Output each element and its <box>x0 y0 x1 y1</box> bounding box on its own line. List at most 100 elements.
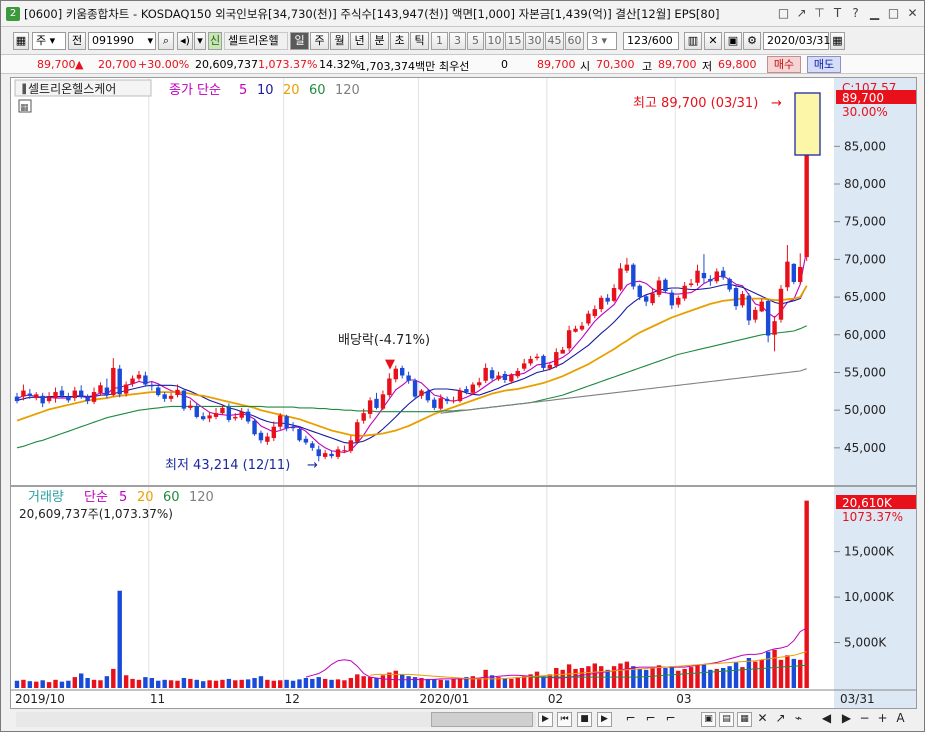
candle-body <box>21 390 26 397</box>
interval-button-10[interactable]: 10 <box>485 32 504 50</box>
period-button-second[interactable]: 초 <box>390 32 409 50</box>
interval-button-1[interactable]: 1 <box>431 32 448 50</box>
indicator-icon[interactable]: ✕ <box>704 32 722 50</box>
date-input[interactable]: 2020/03/31 <box>763 32 830 50</box>
crosshair-icon[interactable]: ✕ <box>755 712 770 727</box>
volume-bar <box>85 678 90 688</box>
chart-type-icon[interactable]: ▥ <box>684 32 702 50</box>
stock-code-input[interactable]: 091990 ▾ <box>88 32 156 50</box>
restore-tab-icon[interactable]: □ <box>776 6 791 21</box>
volume-bar <box>207 680 212 688</box>
period-button-day[interactable]: 일 <box>290 32 309 50</box>
search-icon[interactable]: ⌕ <box>158 32 174 50</box>
price-legend-ma60: 60 <box>309 83 326 98</box>
scrollbar-thumb[interactable] <box>431 712 533 727</box>
tile-view-icon[interactable]: ▣ <box>701 712 716 727</box>
volume-bar <box>156 680 161 688</box>
volume-bar <box>213 680 219 688</box>
save-icon[interactable]: ▣ <box>724 32 742 50</box>
scroll-right-icon[interactable]: ▶ <box>839 712 854 727</box>
volume-bar <box>400 674 405 688</box>
candle-body <box>175 389 180 396</box>
interval-button-30[interactable]: 30 <box>525 32 544 50</box>
grid-view-icon[interactable]: ▦ <box>737 712 752 727</box>
dropdown-arrow-icon[interactable]: ▾ <box>194 32 206 50</box>
interval-button-3[interactable]: 3 <box>449 32 466 50</box>
period-button-minute[interactable]: 분 <box>370 32 389 50</box>
speaker-icon[interactable]: ◂) <box>177 32 193 50</box>
popout-icon[interactable]: ↗ <box>794 6 809 21</box>
zoom-reset-icon[interactable]: ⌐ <box>663 712 678 727</box>
text-icon[interactable]: T <box>830 6 845 21</box>
interval-button-15[interactable]: 15 <box>505 32 524 50</box>
candle-body <box>98 385 103 393</box>
zoom-out-button[interactable]: − <box>857 712 872 727</box>
candle-body <box>233 416 238 419</box>
pin-icon[interactable]: ⊤ <box>812 6 827 21</box>
period-button-tick[interactable]: 틱 <box>410 32 429 50</box>
zoom-out-icon[interactable]: ⌐ <box>643 712 658 727</box>
volume-info: 20,609,737주(1,073.37%) <box>19 507 173 521</box>
chart-canvas[interactable]: 45,000 50,000 55,000 60,000 65,000 70,000 75,0… <box>11 78 916 708</box>
table-icon[interactable]: ▦ <box>13 32 29 50</box>
close-icon[interactable]: ✕ <box>905 6 920 21</box>
interval-button-45[interactable]: 45 <box>545 32 564 50</box>
scroll-right-button[interactable]: ▶ <box>538 712 553 727</box>
period-button-week[interactable]: 주 <box>310 32 329 50</box>
interval-button-5[interactable]: 5 <box>467 32 484 50</box>
best-price: 89,700 <box>537 58 576 71</box>
volume-bar <box>162 679 167 688</box>
date-axis-label: 02 <box>548 692 563 706</box>
scroll-left-icon[interactable]: ◀ <box>819 712 834 727</box>
period-button-year[interactable]: 년 <box>350 32 369 50</box>
volume-bar <box>329 679 334 688</box>
volume-bar <box>53 679 58 688</box>
buy-button[interactable]: 매수 <box>767 56 801 73</box>
interval-button-60[interactable]: 60 <box>565 32 584 50</box>
candle-body <box>361 413 366 421</box>
sell-button[interactable]: 매도 <box>807 56 841 73</box>
volume-bar <box>27 681 33 688</box>
quote-bar: 89,700 ▲ 20,700 +30.00% 20,609,737 1,073… <box>1 54 924 74</box>
data-count-input[interactable]: 123/600 <box>623 32 679 50</box>
volume-bar <box>271 680 276 688</box>
prev-button[interactable]: 전 <box>68 32 86 50</box>
help-icon[interactable]: ? <box>848 6 863 21</box>
pointer-icon[interactable]: ↗ <box>773 712 788 727</box>
stop-button[interactable]: ■ <box>577 712 592 727</box>
candle-body <box>753 309 758 320</box>
price-tick-label: 65,000 <box>844 290 886 304</box>
zoom-in-icon[interactable]: ⌐ <box>623 712 638 727</box>
first-button[interactable]: ⏮ <box>557 712 572 727</box>
volume-bar <box>98 680 103 688</box>
calendar-icon[interactable]: ▦ <box>830 32 845 50</box>
draw-icon[interactable]: ⌁ <box>791 712 806 727</box>
price-tick-label: 85,000 <box>844 139 886 153</box>
candle-body <box>579 325 585 330</box>
candle-body <box>200 416 206 420</box>
interval-select[interactable]: 3 ▾ <box>587 32 617 50</box>
minimize-icon[interactable]: ▁ <box>867 6 882 21</box>
auto-scale-button[interactable]: A <box>893 712 908 727</box>
chart-area[interactable]: 45,000 50,000 55,000 60,000 65,000 70,000 75,0… <box>10 77 917 709</box>
zoom-in-button[interactable]: + <box>875 712 890 727</box>
candle-body <box>785 261 790 288</box>
candle-body <box>765 300 771 336</box>
maximize-icon[interactable]: □ <box>886 6 901 21</box>
play-button[interactable]: ▶ <box>597 712 612 727</box>
candle-body <box>149 385 155 387</box>
candle-body <box>464 389 469 393</box>
candle-body <box>329 453 334 457</box>
settings-icon[interactable]: ⚙ <box>743 32 761 50</box>
candle-body <box>599 297 604 310</box>
period-button-month[interactable]: 월 <box>330 32 349 50</box>
split-view-icon[interactable]: ▤ <box>719 712 734 727</box>
stock-tab-indicator: ▐ <box>19 83 26 95</box>
volume-bar <box>765 651 771 688</box>
volume-legend-prefix: 단순 <box>84 490 108 505</box>
volume-bar <box>733 662 739 688</box>
volume-bar <box>40 680 45 688</box>
candle-body <box>631 264 636 287</box>
period-type-select[interactable]: 주 ▾ <box>32 32 66 50</box>
candle-body <box>547 364 553 369</box>
